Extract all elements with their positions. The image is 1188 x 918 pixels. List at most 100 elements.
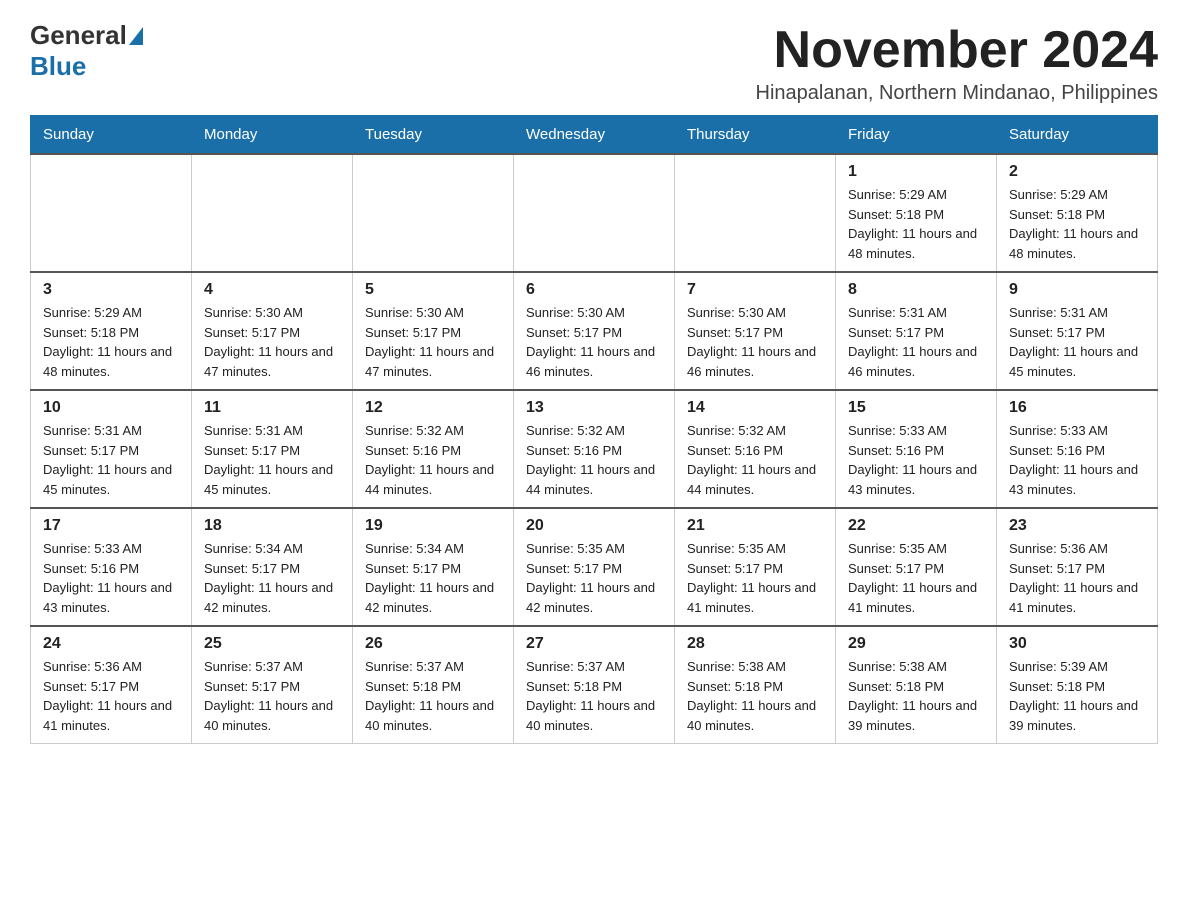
calendar-cell: 5 Sunrise: 5:30 AMSunset: 5:17 PMDaylight… — [353, 272, 514, 390]
day-info: Sunrise: 5:35 AMSunset: 5:17 PMDaylight:… — [526, 541, 655, 615]
day-number: 10 — [43, 399, 179, 417]
day-number: 9 — [1009, 281, 1145, 299]
weekday-header-saturday: Saturday — [997, 116, 1158, 155]
day-info: Sunrise: 5:35 AMSunset: 5:17 PMDaylight:… — [687, 541, 816, 615]
day-number: 30 — [1009, 635, 1145, 653]
day-info: Sunrise: 5:33 AMSunset: 5:16 PMDaylight:… — [43, 541, 172, 615]
day-info: Sunrise: 5:37 AMSunset: 5:18 PMDaylight:… — [526, 659, 655, 733]
calendar-cell: 3 Sunrise: 5:29 AMSunset: 5:18 PMDaylight… — [31, 272, 192, 390]
calendar-cell: 7Sunrise: 5:30 AMSunset: 5:17 PMDaylight… — [675, 272, 836, 390]
weekday-header-tuesday: Tuesday — [353, 116, 514, 155]
calendar-cell — [675, 154, 836, 272]
calendar-week-2: 3 Sunrise: 5:29 AMSunset: 5:18 PMDaylight… — [31, 272, 1158, 390]
calendar-cell — [192, 154, 353, 272]
day-number: 3 — [43, 281, 179, 299]
calendar-cell: 4 Sunrise: 5:30 AMSunset: 5:17 PMDaylight… — [192, 272, 353, 390]
calendar-cell: 12Sunrise: 5:32 AMSunset: 5:16 PMDayligh… — [353, 390, 514, 508]
calendar-cell: 21 Sunrise: 5:35 AMSunset: 5:17 PMDayligh… — [675, 508, 836, 626]
day-info: Sunrise: 5:32 AMSunset: 5:16 PMDaylight:… — [526, 423, 655, 497]
day-number: 23 — [1009, 517, 1145, 535]
calendar-cell: 28 Sunrise: 5:38 AMSunset: 5:18 PMDayligh… — [675, 626, 836, 744]
calendar-cell: 26Sunrise: 5:37 AMSunset: 5:18 PMDayligh… — [353, 626, 514, 744]
day-info: Sunrise: 5:29 AMSunset: 5:18 PMDaylight:… — [43, 305, 172, 379]
day-info: Sunrise: 5:37 AMSunset: 5:18 PMDaylight:… — [365, 659, 494, 733]
day-number: 4 — [204, 281, 340, 299]
day-info: Sunrise: 5:37 AMSunset: 5:17 PMDaylight:… — [204, 659, 333, 733]
day-number: 8 — [848, 281, 984, 299]
calendar-cell: 18 Sunrise: 5:34 AMSunset: 5:17 PMDayligh… — [192, 508, 353, 626]
day-info: Sunrise: 5:32 AMSunset: 5:16 PMDaylight:… — [687, 423, 816, 497]
page-header: General Blue November 2024 Hinapalanan, … — [30, 20, 1158, 105]
day-number: 18 — [204, 517, 340, 535]
calendar-cell: 6Sunrise: 5:30 AMSunset: 5:17 PMDaylight… — [514, 272, 675, 390]
calendar-cell: 16Sunrise: 5:33 AMSunset: 5:16 PMDayligh… — [997, 390, 1158, 508]
day-number: 22 — [848, 517, 984, 535]
day-number: 1 — [848, 163, 984, 181]
calendar-cell: 27 Sunrise: 5:37 AMSunset: 5:18 PMDayligh… — [514, 626, 675, 744]
calendar-cell — [353, 154, 514, 272]
weekday-header-wednesday: Wednesday — [514, 116, 675, 155]
day-info: Sunrise: 5:30 AMSunset: 5:17 PMDaylight:… — [204, 305, 333, 379]
calendar-cell: 19 Sunrise: 5:34 AMSunset: 5:17 PMDayligh… — [353, 508, 514, 626]
day-info: Sunrise: 5:34 AMSunset: 5:17 PMDaylight:… — [365, 541, 494, 615]
calendar-cell: 11 Sunrise: 5:31 AMSunset: 5:17 PMDayligh… — [192, 390, 353, 508]
calendar-cell: 25 Sunrise: 5:37 AMSunset: 5:17 PMDayligh… — [192, 626, 353, 744]
day-info: Sunrise: 5:34 AMSunset: 5:17 PMDaylight:… — [204, 541, 333, 615]
day-info: Sunrise: 5:31 AMSunset: 5:17 PMDaylight:… — [848, 305, 977, 379]
calendar-cell: 14 Sunrise: 5:32 AMSunset: 5:16 PMDayligh… — [675, 390, 836, 508]
weekday-header-monday: Monday — [192, 116, 353, 155]
weekday-header-sunday: Sunday — [31, 116, 192, 155]
day-info: Sunrise: 5:39 AMSunset: 5:18 PMDaylight:… — [1009, 659, 1138, 733]
logo-triangle-icon — [129, 27, 143, 45]
day-number: 15 — [848, 399, 984, 417]
day-number: 28 — [687, 635, 823, 653]
calendar-cell: 24 Sunrise: 5:36 AMSunset: 5:17 PMDayligh… — [31, 626, 192, 744]
calendar-table: SundayMondayTuesdayWednesdayThursdayFrid… — [30, 115, 1158, 744]
day-number: 11 — [204, 399, 340, 417]
day-info: Sunrise: 5:30 AMSunset: 5:17 PMDaylight:… — [526, 305, 655, 379]
month-title: November 2024 — [756, 20, 1158, 80]
day-number: 21 — [687, 517, 823, 535]
calendar-cell: 29 Sunrise: 5:38 AMSunset: 5:18 PMDayligh… — [836, 626, 997, 744]
day-number: 19 — [365, 517, 501, 535]
day-number: 17 — [43, 517, 179, 535]
day-info: Sunrise: 5:38 AMSunset: 5:18 PMDaylight:… — [687, 659, 816, 733]
calendar-week-4: 17 Sunrise: 5:33 AMSunset: 5:16 PMDayligh… — [31, 508, 1158, 626]
calendar-cell: 2 Sunrise: 5:29 AMSunset: 5:18 PMDaylight… — [997, 154, 1158, 272]
day-info: Sunrise: 5:31 AMSunset: 5:17 PMDaylight:… — [43, 423, 172, 497]
day-info: Sunrise: 5:31 AMSunset: 5:17 PMDaylight:… — [1009, 305, 1138, 379]
day-number: 14 — [687, 399, 823, 417]
day-info: Sunrise: 5:36 AMSunset: 5:17 PMDaylight:… — [43, 659, 172, 733]
day-info: Sunrise: 5:31 AMSunset: 5:17 PMDaylight:… — [204, 423, 333, 497]
calendar-cell: 20 Sunrise: 5:35 AMSunset: 5:17 PMDayligh… — [514, 508, 675, 626]
calendar-cell: 23Sunrise: 5:36 AMSunset: 5:17 PMDayligh… — [997, 508, 1158, 626]
title-section: November 2024 Hinapalanan, Northern Mind… — [756, 20, 1158, 105]
day-info: Sunrise: 5:35 AMSunset: 5:17 PMDaylight:… — [848, 541, 977, 615]
calendar-cell — [31, 154, 192, 272]
day-number: 29 — [848, 635, 984, 653]
day-info: Sunrise: 5:32 AMSunset: 5:16 PMDaylight:… — [365, 423, 494, 497]
day-info: Sunrise: 5:38 AMSunset: 5:18 PMDaylight:… — [848, 659, 977, 733]
calendar-cell: 17 Sunrise: 5:33 AMSunset: 5:16 PMDayligh… — [31, 508, 192, 626]
day-info: Sunrise: 5:33 AMSunset: 5:16 PMDaylight:… — [848, 423, 977, 497]
calendar-cell: 13 Sunrise: 5:32 AMSunset: 5:16 PMDayligh… — [514, 390, 675, 508]
day-number: 20 — [526, 517, 662, 535]
day-number: 5 — [365, 281, 501, 299]
day-info: Sunrise: 5:30 AMSunset: 5:17 PMDaylight:… — [365, 305, 494, 379]
logo-blue-text: Blue — [30, 51, 143, 82]
location-title: Hinapalanan, Northern Mindanao, Philippi… — [756, 82, 1158, 105]
day-number: 13 — [526, 399, 662, 417]
logo-general-text: General — [30, 20, 127, 51]
day-info: Sunrise: 5:29 AMSunset: 5:18 PMDaylight:… — [1009, 187, 1138, 261]
calendar-cell: 22 Sunrise: 5:35 AMSunset: 5:17 PMDayligh… — [836, 508, 997, 626]
calendar-cell: 8 Sunrise: 5:31 AMSunset: 5:17 PMDaylight… — [836, 272, 997, 390]
calendar-cell: 30 Sunrise: 5:39 AMSunset: 5:18 PMDayligh… — [997, 626, 1158, 744]
day-number: 16 — [1009, 399, 1145, 417]
calendar-cell: 15 Sunrise: 5:33 AMSunset: 5:16 PMDayligh… — [836, 390, 997, 508]
calendar-header-row: SundayMondayTuesdayWednesdayThursdayFrid… — [31, 116, 1158, 155]
day-number: 25 — [204, 635, 340, 653]
day-number: 27 — [526, 635, 662, 653]
day-number: 2 — [1009, 163, 1145, 181]
day-number: 24 — [43, 635, 179, 653]
weekday-header-friday: Friday — [836, 116, 997, 155]
